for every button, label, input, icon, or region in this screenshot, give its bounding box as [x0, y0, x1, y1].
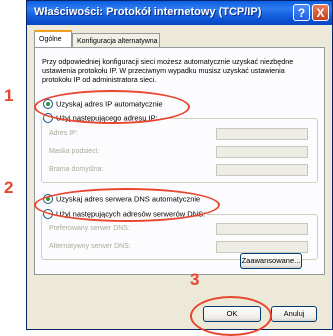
- ip-auto-radio[interactable]: [43, 99, 53, 110]
- ip-manual-radio[interactable]: [43, 113, 53, 124]
- description-text: Przy odpowiedniej konfiguracji sieci moż…: [42, 57, 294, 84]
- default-gateway-label: Brama domyślna:: [49, 166, 104, 173]
- close-button[interactable]: X: [312, 4, 329, 21]
- help-button[interactable]: ?: [293, 4, 310, 21]
- tab-alternate-configuration[interactable]: Konfiguracja alternatywna: [72, 33, 160, 48]
- ip-address-label: Adres IP:: [49, 130, 78, 137]
- title-bar: Właściwości: Protokół internetowy (TCP/I…: [27, 1, 332, 25]
- subnet-mask-label: Maska podsieci:: [49, 148, 100, 155]
- advanced-button[interactable]: Zaawansowane...: [240, 253, 302, 269]
- dns-manual-radio-row[interactable]: Użyj następujących adresów serwerów DNS:: [43, 209, 208, 220]
- preferred-dns-label: Preferowany serwer DNS:: [49, 225, 130, 232]
- preferred-dns-field[interactable]: [216, 223, 308, 235]
- ok-button[interactable]: OK: [203, 306, 261, 322]
- tab-general[interactable]: Ogólne: [34, 30, 72, 47]
- dns-auto-radio[interactable]: [43, 194, 53, 205]
- ip-manual-label: Użyj następującego adresu IP:: [56, 113, 158, 123]
- alternate-dns-label: Alternatywny serwer DNS:: [49, 243, 131, 250]
- dns-auto-label: Uzyskaj adres serwera DNS automatycznie: [56, 194, 201, 204]
- dns-manual-radio[interactable]: [43, 209, 53, 220]
- ip-auto-radio-row[interactable]: Uzyskaj adres IP automatycznie: [43, 99, 163, 110]
- step-1-marker: 1: [4, 86, 14, 105]
- alternate-dns-field[interactable]: [216, 241, 308, 253]
- subnet-mask-field[interactable]: [216, 146, 308, 158]
- window-title: Właściwości: Protokół internetowy (TCP/I…: [34, 6, 262, 18]
- ip-address-field[interactable]: [216, 128, 308, 140]
- step-2-marker: 2: [4, 178, 14, 197]
- cancel-button[interactable]: Anuluj: [271, 306, 317, 322]
- dns-auto-radio-row[interactable]: Uzyskaj adres serwera DNS automatycznie: [43, 194, 201, 205]
- ip-auto-label: Uzyskaj adres IP automatycznie: [56, 99, 163, 109]
- general-tab-panel: Przy odpowiedniej konfiguracji sieci moż…: [34, 47, 325, 275]
- tcpip-properties-dialog: Właściwości: Protokół internetowy (TCP/I…: [26, 0, 333, 330]
- dns-manual-label: Użyj następujących adresów serwerów DNS:: [56, 209, 206, 219]
- ip-manual-radio-row[interactable]: Użyj następującego adresu IP:: [43, 113, 160, 124]
- step-3-marker: 3: [190, 270, 200, 289]
- default-gateway-field[interactable]: [216, 164, 308, 176]
